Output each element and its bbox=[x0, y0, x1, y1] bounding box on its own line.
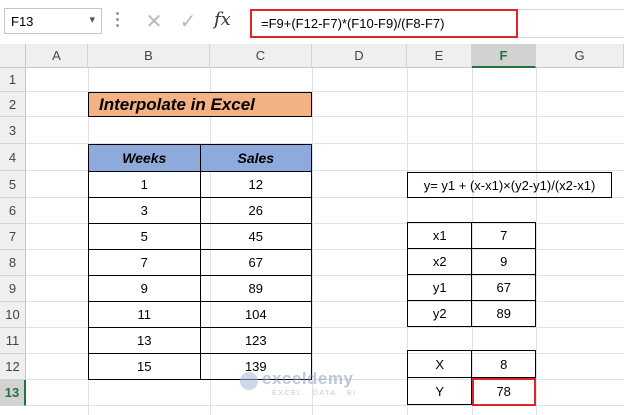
param-label-cell[interactable]: x2 bbox=[406, 248, 473, 275]
table-row: y2 89 bbox=[406, 300, 536, 327]
table-row: 5 45 bbox=[88, 223, 313, 250]
insert-function-icon[interactable]: fx bbox=[214, 9, 231, 30]
watermark-tagline: EXCEL · DATA · BI bbox=[272, 390, 357, 397]
row-header-3[interactable]: 3 bbox=[0, 117, 26, 144]
param-value-cell[interactable]: 9 bbox=[471, 248, 536, 275]
param-value-cell[interactable]: 67 bbox=[471, 274, 536, 301]
sales-cell[interactable]: 104 bbox=[199, 301, 313, 328]
weeks-cell[interactable]: 5 bbox=[88, 223, 201, 250]
cancel-icon[interactable]: ✕ bbox=[142, 10, 166, 34]
result-label-cell[interactable]: X bbox=[406, 350, 473, 378]
table-row: 3 26 bbox=[88, 197, 313, 224]
row-header-5[interactable]: 5 bbox=[0, 171, 26, 198]
formula-input-extension[interactable] bbox=[518, 9, 624, 38]
column-header-f[interactable]: F bbox=[472, 44, 536, 68]
row-header-1[interactable]: 1 bbox=[0, 68, 26, 92]
weeks-sales-table: Weeks Sales 1 12 3 26 5 45 7 67 9 89 11 104 13 123 15 1… bbox=[88, 144, 313, 380]
table-row: 11 104 bbox=[88, 301, 313, 328]
table-row: x2 9 bbox=[406, 248, 536, 275]
column-header-c[interactable]: C bbox=[210, 44, 312, 68]
sales-cell[interactable]: 45 bbox=[199, 223, 313, 250]
sales-cell[interactable]: 123 bbox=[199, 327, 313, 354]
weeks-cell[interactable]: 3 bbox=[88, 197, 201, 224]
name-box-value: F13 bbox=[11, 14, 34, 29]
row-header-9[interactable]: 9 bbox=[0, 276, 26, 302]
row-header-12[interactable]: 12 bbox=[0, 354, 26, 380]
sales-cell[interactable]: 67 bbox=[199, 249, 313, 276]
interpolation-equation[interactable]: y= y1 + (x-x1)×(y2-y1)/(x2-x1) bbox=[407, 172, 612, 198]
chevron-down-icon[interactable]: ▾ bbox=[89, 13, 95, 26]
weeks-cell[interactable]: 7 bbox=[88, 249, 201, 276]
row-header-13[interactable]: 13 bbox=[0, 380, 26, 406]
enter-check-icon[interactable]: ✓ bbox=[176, 10, 200, 34]
gridline bbox=[312, 68, 313, 415]
table-row: x1 7 bbox=[406, 222, 536, 249]
formula-input[interactable]: =F9+(F12-F7)*(F10-F9)/(F8-F7) bbox=[250, 9, 518, 38]
param-label-cell[interactable]: y1 bbox=[406, 274, 473, 301]
result-label-cell[interactable]: Y bbox=[406, 377, 473, 405]
sales-cell[interactable]: 26 bbox=[199, 197, 313, 224]
formula-text: =F9+(F12-F7)*(F10-F9)/(F8-F7) bbox=[261, 16, 445, 31]
column-header-d[interactable]: D bbox=[312, 44, 407, 68]
sheet-title: Interpolate in Excel bbox=[88, 92, 312, 117]
row-header-2[interactable]: 2 bbox=[0, 92, 26, 117]
weeks-cell[interactable]: 1 bbox=[88, 171, 201, 198]
row-header-10[interactable]: 10 bbox=[0, 302, 26, 328]
row-header-7[interactable]: 7 bbox=[0, 224, 26, 250]
column-header-a[interactable]: A bbox=[26, 44, 88, 68]
table-row: 9 89 bbox=[88, 275, 313, 302]
param-label-cell[interactable]: x1 bbox=[406, 222, 473, 249]
param-label-cell[interactable]: y2 bbox=[406, 300, 473, 327]
sales-cell[interactable]: 89 bbox=[199, 275, 313, 302]
formula-bar: F13 ▾ ✕ ✓ fx =F9+(F12-F7)*(F10-F9)/(F8-F… bbox=[0, 0, 624, 44]
select-all-corner[interactable] bbox=[0, 44, 26, 68]
table-row: 1 12 bbox=[88, 171, 313, 198]
table-row: 13 123 bbox=[88, 327, 313, 354]
column-header-b[interactable]: B bbox=[88, 44, 210, 68]
row-header-6[interactable]: 6 bbox=[0, 198, 26, 224]
row-header-8[interactable]: 8 bbox=[0, 250, 26, 276]
row-header-4[interactable]: 4 bbox=[0, 144, 26, 171]
row-header-11[interactable]: 11 bbox=[0, 328, 26, 354]
exceldemy-watermark: exceldemy EXCEL · DATA · BI bbox=[240, 368, 390, 404]
exceldemy-logo-icon bbox=[240, 372, 258, 390]
params-table: x1 7 x2 9 y1 67 y2 89 bbox=[406, 222, 536, 327]
param-value-cell[interactable]: 7 bbox=[471, 222, 536, 249]
drag-handle-icon[interactable] bbox=[116, 9, 120, 33]
table-row: 7 67 bbox=[88, 249, 313, 276]
active-cell-highlight[interactable] bbox=[472, 378, 536, 406]
table-row: X8 bbox=[406, 350, 536, 378]
weeks-cell[interactable]: 13 bbox=[88, 327, 201, 354]
weeks-cell[interactable]: 15 bbox=[88, 353, 201, 380]
gridline bbox=[536, 68, 537, 415]
header-weeks[interactable]: Weeks bbox=[88, 144, 201, 172]
header-sales[interactable]: Sales bbox=[199, 144, 313, 172]
table-row: y1 67 bbox=[406, 274, 536, 301]
column-header-e[interactable]: E bbox=[407, 44, 472, 68]
watermark-brand: exceldemy bbox=[262, 369, 354, 388]
sales-cell[interactable]: 12 bbox=[199, 171, 313, 198]
param-value-cell[interactable]: 89 bbox=[471, 300, 536, 327]
weeks-cell[interactable]: 9 bbox=[88, 275, 201, 302]
result-value-cell[interactable]: 8 bbox=[471, 350, 536, 378]
column-header-g[interactable]: G bbox=[536, 44, 624, 68]
weeks-cell[interactable]: 11 bbox=[88, 301, 201, 328]
name-box[interactable]: F13 ▾ bbox=[4, 8, 102, 34]
